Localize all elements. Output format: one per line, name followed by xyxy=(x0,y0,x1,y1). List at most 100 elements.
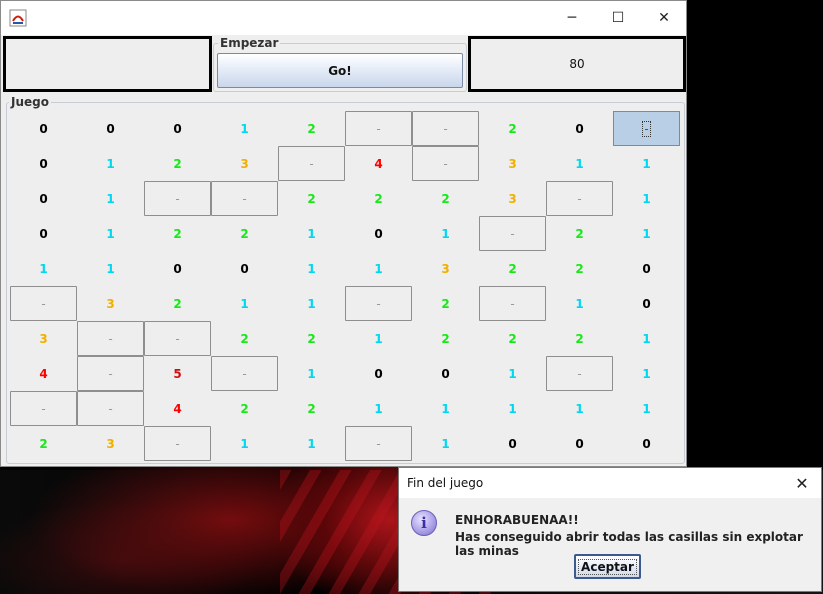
revealed-cell[interactable]: 0 xyxy=(479,426,546,461)
revealed-cell[interactable]: 3 xyxy=(77,426,144,461)
revealed-cell[interactable]: 2 xyxy=(345,181,412,216)
revealed-cell[interactable]: 2 xyxy=(144,146,211,181)
revealed-cell[interactable]: 2 xyxy=(144,216,211,251)
revealed-cell[interactable]: 3 xyxy=(479,181,546,216)
revealed-cell[interactable]: 1 xyxy=(278,426,345,461)
dialog-titlebar[interactable]: Fin del juego ✕ xyxy=(399,468,821,498)
revealed-cell[interactable]: 2 xyxy=(278,321,345,356)
revealed-cell[interactable]: 0 xyxy=(10,111,77,146)
revealed-cell[interactable]: 2 xyxy=(412,321,479,356)
revealed-cell[interactable]: 1 xyxy=(10,251,77,286)
revealed-cell[interactable]: 0 xyxy=(144,111,211,146)
revealed-cell[interactable]: 2 xyxy=(211,216,278,251)
revealed-cell[interactable]: 0 xyxy=(345,216,412,251)
go-button[interactable]: Go! xyxy=(217,53,463,88)
revealed-cell[interactable]: 0 xyxy=(211,251,278,286)
revealed-cell[interactable]: 1 xyxy=(278,251,345,286)
revealed-cell[interactable]: 1 xyxy=(77,181,144,216)
revealed-cell[interactable]: 1 xyxy=(613,181,680,216)
revealed-cell[interactable]: 1 xyxy=(278,286,345,321)
selected-hidden-cell[interactable]: - xyxy=(613,111,680,146)
aceptar-button[interactable]: Aceptar xyxy=(574,554,641,579)
revealed-cell[interactable]: 2 xyxy=(278,111,345,146)
revealed-cell[interactable]: 0 xyxy=(77,111,144,146)
revealed-cell[interactable]: 1 xyxy=(613,146,680,181)
revealed-cell[interactable]: 3 xyxy=(77,286,144,321)
hidden-cell[interactable]: - xyxy=(77,391,144,426)
revealed-cell[interactable]: 1 xyxy=(211,286,278,321)
revealed-cell[interactable]: 0 xyxy=(613,426,680,461)
minimize-button[interactable]: ─ xyxy=(549,1,595,35)
hidden-cell[interactable]: - xyxy=(479,216,546,251)
revealed-cell[interactable]: 1 xyxy=(345,321,412,356)
revealed-cell[interactable]: 2 xyxy=(211,321,278,356)
revealed-cell[interactable]: 1 xyxy=(77,216,144,251)
revealed-cell[interactable]: 0 xyxy=(10,216,77,251)
dialog-close-button[interactable]: ✕ xyxy=(791,472,813,494)
revealed-cell[interactable]: 1 xyxy=(345,391,412,426)
revealed-cell[interactable]: 3 xyxy=(479,146,546,181)
revealed-cell[interactable]: 2 xyxy=(278,181,345,216)
revealed-cell[interactable]: 0 xyxy=(10,146,77,181)
revealed-cell[interactable]: 1 xyxy=(345,251,412,286)
revealed-cell[interactable]: 1 xyxy=(77,251,144,286)
hidden-cell[interactable]: - xyxy=(278,146,345,181)
revealed-cell[interactable]: 1 xyxy=(613,391,680,426)
hidden-cell[interactable]: - xyxy=(345,426,412,461)
hidden-cell[interactable]: - xyxy=(144,321,211,356)
revealed-cell[interactable]: 1 xyxy=(546,146,613,181)
revealed-cell[interactable]: 0 xyxy=(412,356,479,391)
hidden-cell[interactable]: - xyxy=(546,181,613,216)
revealed-cell[interactable]: 1 xyxy=(412,216,479,251)
revealed-cell[interactable]: 2 xyxy=(211,391,278,426)
revealed-cell[interactable]: 2 xyxy=(10,426,77,461)
revealed-cell[interactable]: 2 xyxy=(546,216,613,251)
revealed-cell[interactable]: 0 xyxy=(345,356,412,391)
revealed-cell[interactable]: 1 xyxy=(479,356,546,391)
revealed-cell[interactable]: 0 xyxy=(144,251,211,286)
revealed-cell[interactable]: 1 xyxy=(412,391,479,426)
revealed-cell[interactable]: 4 xyxy=(345,146,412,181)
hidden-cell[interactable]: - xyxy=(412,111,479,146)
hidden-cell[interactable]: - xyxy=(546,356,613,391)
hidden-cell[interactable]: - xyxy=(10,286,77,321)
revealed-cell[interactable]: 2 xyxy=(546,321,613,356)
hidden-cell[interactable]: - xyxy=(412,146,479,181)
revealed-cell[interactable]: 2 xyxy=(412,286,479,321)
revealed-cell[interactable]: 2 xyxy=(479,251,546,286)
revealed-cell[interactable]: 0 xyxy=(613,251,680,286)
revealed-cell[interactable]: 0 xyxy=(613,286,680,321)
revealed-cell[interactable]: 1 xyxy=(211,426,278,461)
revealed-cell[interactable]: 3 xyxy=(10,321,77,356)
revealed-cell[interactable]: 4 xyxy=(144,391,211,426)
revealed-cell[interactable]: 0 xyxy=(10,181,77,216)
revealed-cell[interactable]: 2 xyxy=(144,286,211,321)
window-titlebar[interactable]: ─ ☐ ✕ xyxy=(1,1,686,35)
hidden-cell[interactable]: - xyxy=(144,426,211,461)
revealed-cell[interactable]: 0 xyxy=(546,111,613,146)
hidden-cell[interactable]: - xyxy=(345,111,412,146)
maximize-button[interactable]: ☐ xyxy=(595,1,641,35)
revealed-cell[interactable]: 1 xyxy=(613,356,680,391)
hidden-cell[interactable]: - xyxy=(77,356,144,391)
hidden-cell[interactable]: - xyxy=(479,286,546,321)
hidden-cell[interactable]: - xyxy=(211,181,278,216)
revealed-cell[interactable]: 1 xyxy=(546,286,613,321)
revealed-cell[interactable]: 2 xyxy=(412,181,479,216)
hidden-cell[interactable]: - xyxy=(345,286,412,321)
hidden-cell[interactable]: - xyxy=(10,391,77,426)
revealed-cell[interactable]: 1 xyxy=(278,356,345,391)
revealed-cell[interactable]: 1 xyxy=(479,391,546,426)
revealed-cell[interactable]: 1 xyxy=(546,391,613,426)
revealed-cell[interactable]: 1 xyxy=(613,216,680,251)
revealed-cell[interactable]: 2 xyxy=(479,321,546,356)
revealed-cell[interactable]: 0 xyxy=(546,426,613,461)
revealed-cell[interactable]: 3 xyxy=(412,251,479,286)
revealed-cell[interactable]: 1 xyxy=(613,321,680,356)
hidden-cell[interactable]: - xyxy=(211,356,278,391)
revealed-cell[interactable]: 3 xyxy=(211,146,278,181)
revealed-cell[interactable]: 5 xyxy=(144,356,211,391)
revealed-cell[interactable]: 2 xyxy=(546,251,613,286)
revealed-cell[interactable]: 1 xyxy=(412,426,479,461)
revealed-cell[interactable]: 2 xyxy=(278,391,345,426)
